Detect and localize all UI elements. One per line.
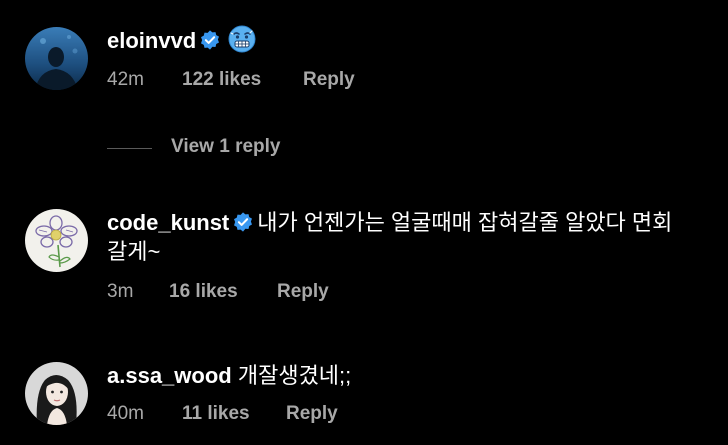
reply-button[interactable]: Reply [286,403,338,425]
avatar[interactable] [25,362,88,425]
reply-button[interactable]: Reply [277,281,329,303]
replies-divider [107,148,152,149]
verified-badge-icon [201,30,220,50]
comment-likes[interactable]: 122 likes [182,69,261,91]
comment-likes[interactable]: 11 likes [182,403,250,425]
comment-time: 40m [107,403,144,424]
comment-username[interactable]: code_kunst [107,210,229,235]
reply-button[interactable]: Reply [303,69,355,91]
comment-username[interactable]: a.ssa_wood [107,363,232,388]
comment-text-continued: 갈게~ [107,239,161,264]
avatar[interactable] [25,209,88,272]
comment-likes[interactable]: 16 likes [169,281,238,303]
avatar[interactable] [25,27,88,90]
view-replies-button[interactable]: View 1 reply [107,136,347,162]
comment-text: 개잘생겼네;; [237,363,352,388]
comment-time: 42m [107,69,144,90]
verified-badge-icon [234,212,253,232]
comment-username[interactable]: eloinvvd [107,28,196,53]
cold-face-emoji-icon [228,25,256,53]
comment-time: 3m [107,281,134,302]
comment-text: 내가 언젠가는 얼굴때매 잡혀갈줄 알았다 면회 [257,210,673,235]
view-replies-label: View 1 reply [171,136,281,157]
